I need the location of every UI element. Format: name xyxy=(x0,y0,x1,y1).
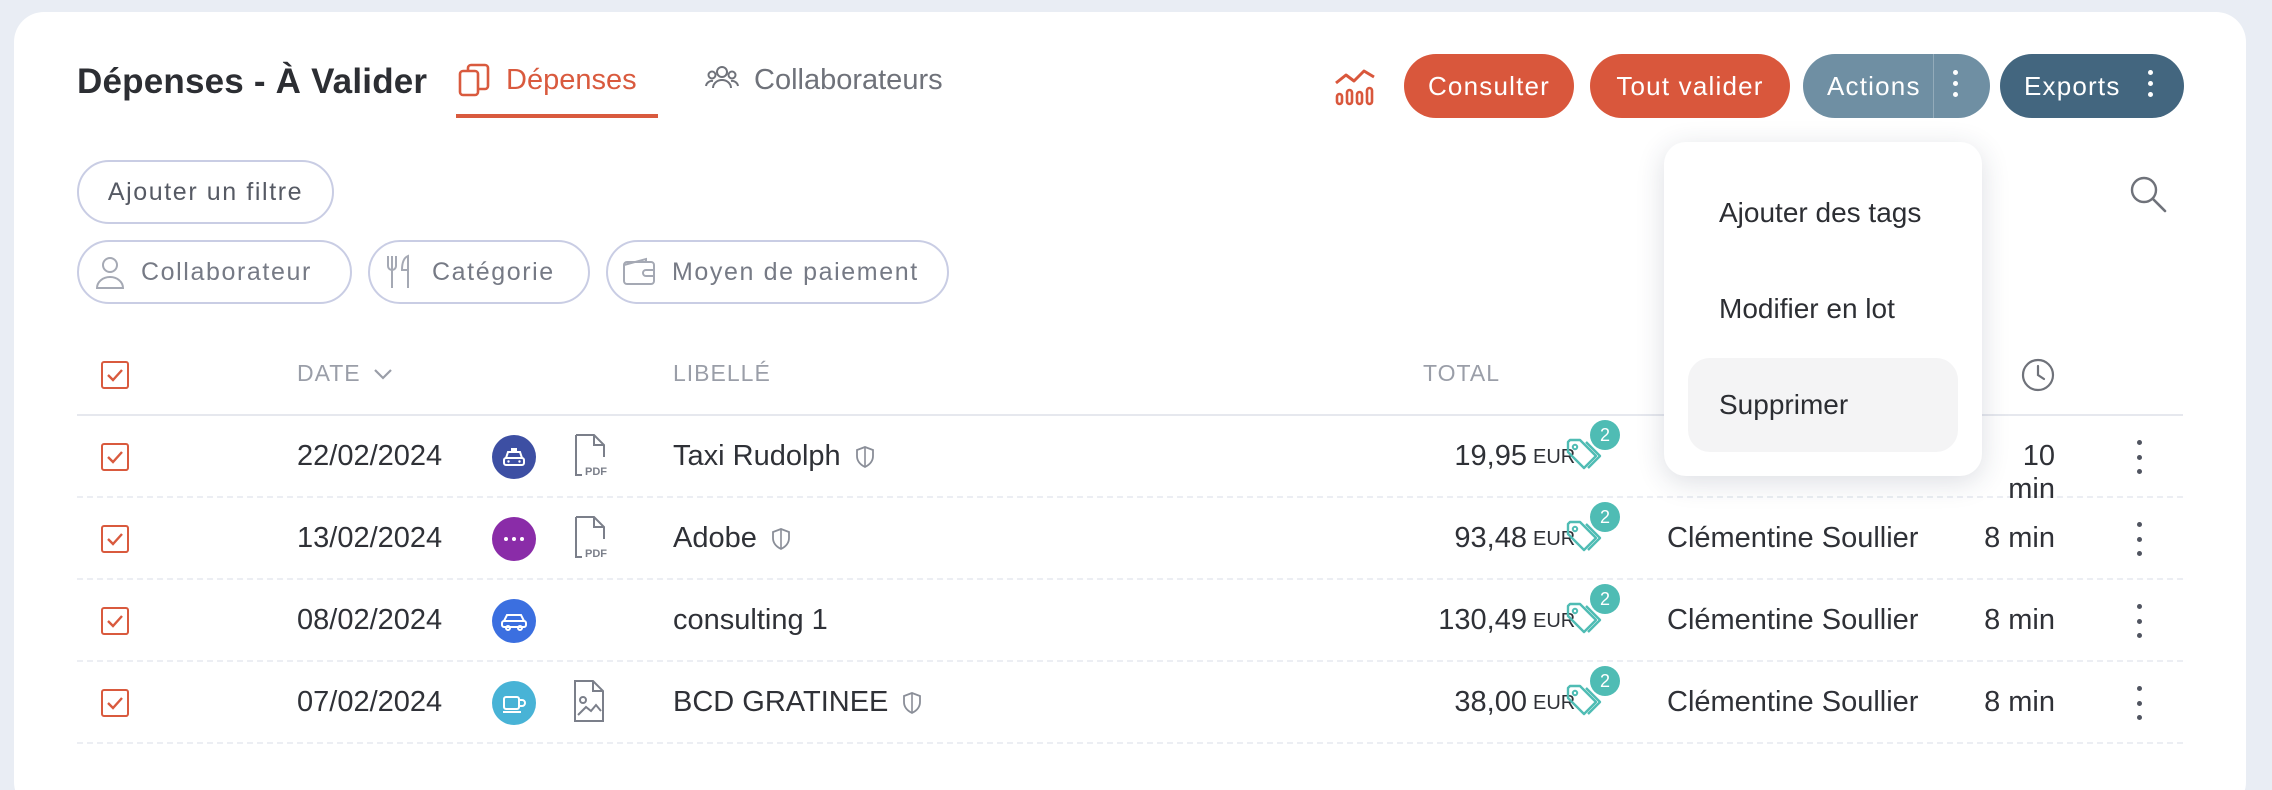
actions-button[interactable]: Actions xyxy=(1803,54,1990,118)
filter-moyen-de-paiement[interactable]: Moyen de paiement xyxy=(606,240,949,304)
category-badge xyxy=(492,517,536,561)
category-badge xyxy=(492,435,536,479)
tout-valider-button[interactable]: Tout valider xyxy=(1590,54,1790,118)
tag-count-badge: 2 xyxy=(1590,666,1620,696)
filter-categorie[interactable]: Catégorie xyxy=(368,240,590,304)
row-collaborateur: Clémentine Soullier xyxy=(1667,686,1919,718)
tab-collaborateurs-label: Collaborateurs xyxy=(754,64,943,96)
row-libelle: Adobe xyxy=(673,522,791,555)
row-date: 22/02/2024 xyxy=(297,440,443,472)
wallet-icon xyxy=(623,257,655,285)
bar-chart-trend-icon[interactable] xyxy=(1334,66,1376,106)
row-date: 08/02/2024 xyxy=(297,604,443,636)
menu-item-supprimer[interactable]: Supprimer xyxy=(1688,358,1958,452)
row-checkbox[interactable] xyxy=(101,607,129,635)
row-checkbox[interactable] xyxy=(101,525,129,553)
menu-item-ajouter-tags[interactable]: Ajouter des tags xyxy=(1688,166,1958,260)
row-time: 10 min xyxy=(2008,440,2055,505)
column-header-total[interactable]: TOTAL xyxy=(1400,360,1500,387)
table-row[interactable]: 08/02/2024 consulting 1 130,49 EUR 2 Clémenti… xyxy=(77,580,2183,662)
column-header-date[interactable]: DATE xyxy=(297,360,393,387)
row-checkbox[interactable] xyxy=(101,689,129,717)
checkmark-icon xyxy=(107,697,123,710)
exports-button-label: Exports xyxy=(2024,70,2121,101)
row-libelle-text: BCD GRATINEE xyxy=(673,686,889,718)
image-file-icon[interactable] xyxy=(572,679,612,725)
row-time: 8 min xyxy=(1984,686,2055,718)
column-header-libelle[interactable]: LIBELLÉ xyxy=(673,360,771,387)
shield-icon xyxy=(903,691,922,714)
row-date: 13/02/2024 xyxy=(297,522,443,554)
shield-icon xyxy=(771,527,790,550)
row-amount: 38,00 xyxy=(1454,686,1527,718)
kebab-menu-icon[interactable] xyxy=(1953,70,1959,97)
pdf-icon[interactable]: PDF xyxy=(572,433,612,479)
filter-categorie-label: Catégorie xyxy=(432,257,555,286)
row-libelle-text: consulting 1 xyxy=(673,604,828,636)
taxi-icon xyxy=(501,444,527,470)
pdf-icon[interactable]: PDF xyxy=(572,515,612,561)
row-libelle: BCD GRATINEE xyxy=(673,686,922,719)
page-title: Dépenses - À Valider xyxy=(77,62,428,101)
category-badge xyxy=(492,681,536,725)
shield-icon xyxy=(855,445,874,468)
select-all-checkbox[interactable] xyxy=(101,361,129,389)
actions-dropdown-menu: Ajouter des tags Modifier en lot Supprim… xyxy=(1664,142,1982,476)
row-libelle-text: Adobe xyxy=(673,522,757,554)
tag-count-badge: 2 xyxy=(1590,584,1620,614)
tab-depenses-label: Dépenses xyxy=(506,64,637,96)
row-checkbox[interactable] xyxy=(101,443,129,471)
checkmark-icon xyxy=(107,369,123,382)
clock-icon xyxy=(2021,358,2055,392)
filter-collaborateur[interactable]: Collaborateur xyxy=(77,240,352,304)
chevron-down-icon xyxy=(373,368,392,380)
exports-button[interactable]: Exports xyxy=(2000,54,2184,118)
table-row[interactable]: 13/02/2024 PDF Adobe 93,48 EUR 2 Clémentine So… xyxy=(77,498,2183,580)
checkmark-icon xyxy=(107,615,123,628)
row-amount: 19,95 xyxy=(1454,440,1527,472)
svg-text:PDF: PDF xyxy=(585,548,607,560)
tab-depenses[interactable]: Dépenses xyxy=(456,62,658,118)
row-kebab-menu-icon[interactable] xyxy=(2135,686,2143,720)
row-libelle: Taxi Rudolph xyxy=(673,440,875,473)
menu-item-modifier-en-lot[interactable]: Modifier en lot xyxy=(1688,262,1958,356)
row-amount: 93,48 xyxy=(1454,522,1527,554)
row-time: 8 min xyxy=(1984,604,2055,636)
row-amount: 130,49 xyxy=(1438,604,1527,636)
documents-icon xyxy=(458,63,490,97)
row-kebab-menu-icon[interactable] xyxy=(2135,604,2143,638)
row-libelle-text: Taxi Rudolph xyxy=(673,440,841,472)
row-kebab-menu-icon[interactable] xyxy=(2135,522,2143,556)
row-libelle: consulting 1 xyxy=(673,604,828,637)
fork-knife-icon xyxy=(387,254,409,288)
table-row[interactable]: 07/02/2024 BCD GRATINEE 38,00 EUR 2 Clémentin… xyxy=(77,662,2183,744)
kebab-menu-icon[interactable] xyxy=(2148,70,2154,97)
users-icon xyxy=(705,66,739,89)
filter-moyen-label: Moyen de paiement xyxy=(672,257,919,286)
consulter-button[interactable]: Consulter xyxy=(1404,54,1574,118)
row-time: 8 min xyxy=(1984,522,2055,554)
tab-collaborateurs[interactable]: Collaborateurs xyxy=(704,62,943,118)
column-header-date-label: DATE xyxy=(297,360,361,386)
filter-collaborateur-label: Collaborateur xyxy=(141,257,312,286)
svg-text:PDF: PDF xyxy=(585,466,607,478)
actions-button-label: Actions xyxy=(1827,70,1921,101)
more-horizontal-icon xyxy=(501,535,527,543)
tag-count-badge: 2 xyxy=(1590,502,1620,532)
row-date: 07/02/2024 xyxy=(297,686,443,718)
row-collaborateur: Clémentine Soullier xyxy=(1667,604,1919,636)
user-icon xyxy=(95,257,125,289)
checkmark-icon xyxy=(107,451,123,464)
row-kebab-menu-icon[interactable] xyxy=(2135,440,2143,474)
car-icon xyxy=(500,610,528,632)
tag-count-badge: 2 xyxy=(1590,420,1620,450)
row-collaborateur: Clémentine Soullier xyxy=(1667,522,1919,554)
category-badge xyxy=(492,599,536,643)
checkmark-icon xyxy=(107,533,123,546)
add-filter-button[interactable]: Ajouter un filtre xyxy=(77,160,334,224)
actions-button-divider xyxy=(1933,54,1934,118)
coffee-cup-icon xyxy=(501,691,527,715)
search-icon[interactable] xyxy=(2128,174,2168,214)
